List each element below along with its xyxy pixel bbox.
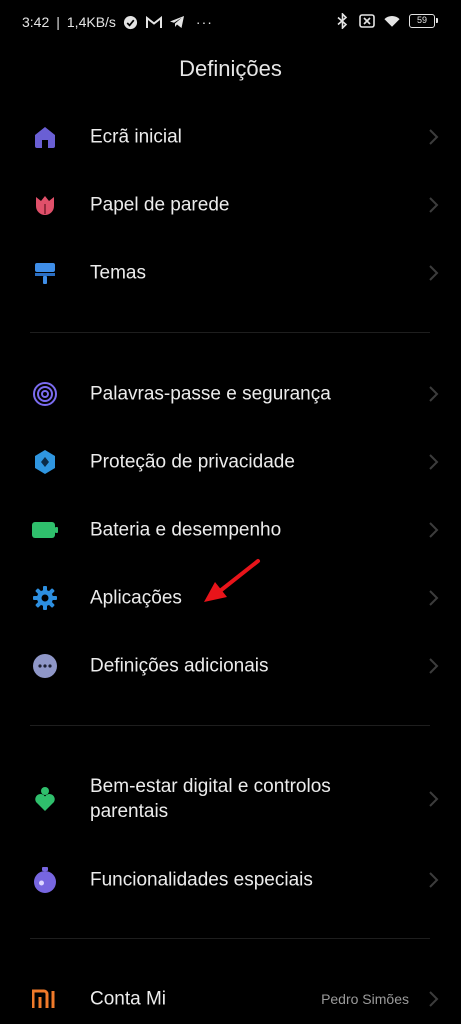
status-right: 59 xyxy=(334,13,438,29)
item-label: Temas xyxy=(90,262,146,284)
status-left: 3:42 | 1,4KB/s ··· xyxy=(22,14,213,30)
chevron-right-icon xyxy=(429,265,439,281)
settings-item-battery[interactable]: Bateria e desempenho xyxy=(0,500,461,560)
status-bar: 3:42 | 1,4KB/s ··· 59 xyxy=(0,0,461,46)
special-features-icon xyxy=(31,866,59,894)
chevron-right-icon xyxy=(429,590,439,606)
chevron-right-icon xyxy=(429,991,439,1007)
network-speed: 1,4KB/s xyxy=(66,14,116,30)
section-divider xyxy=(30,725,430,726)
item-label: Aplicações xyxy=(90,587,182,609)
clock: 3:42 xyxy=(22,14,50,30)
page-title: Definições xyxy=(179,56,282,81)
battery-icon xyxy=(31,516,59,544)
gear-icon xyxy=(31,584,59,612)
settings-item-additional[interactable]: Definições adicionais xyxy=(0,636,461,696)
account-name: Pedro Simões xyxy=(321,991,409,1007)
chevron-right-icon xyxy=(429,658,439,674)
settings-item-special-features[interactable]: Funcionalidades especiais xyxy=(0,850,461,910)
more-dots-icon xyxy=(31,652,59,680)
paint-roller-icon xyxy=(31,259,59,287)
item-label: Definições adicionais xyxy=(90,655,269,677)
settings-item-digital-wellbeing[interactable]: Bem-estar digital e controlos parentais xyxy=(0,762,461,836)
item-label: Palavras-passe e segurança xyxy=(90,383,331,405)
settings-item-privacy[interactable]: Proteção de privacidade xyxy=(0,432,461,492)
item-label: Bem-estar digital e controlos parentais xyxy=(90,774,331,824)
chevron-right-icon xyxy=(429,454,439,470)
battery-indicator: 59 xyxy=(409,14,438,28)
wifi-icon xyxy=(384,13,400,29)
chevron-right-icon xyxy=(429,522,439,538)
chevron-right-icon xyxy=(429,129,439,145)
item-label-line1: Bem-estar digital e controlos xyxy=(90,776,331,797)
settings-item-passwords-security[interactable]: Palavras-passe e segurança xyxy=(0,364,461,424)
item-label: Ecrã inicial xyxy=(90,126,182,148)
item-label: Bateria e desempenho xyxy=(90,519,282,541)
settings-item-mi-account[interactable]: Conta Mi Pedro Simões xyxy=(0,969,461,1024)
more-notifications: ··· xyxy=(195,14,213,30)
privacy-shield-icon xyxy=(31,448,59,476)
section-divider xyxy=(30,938,430,939)
vpn-icon xyxy=(123,14,139,30)
wellbeing-icon xyxy=(31,785,59,813)
settings-item-themes[interactable]: Temas xyxy=(0,243,461,303)
fingerprint-icon xyxy=(31,380,59,408)
home-icon xyxy=(31,123,59,151)
item-label: Funcionalidades especiais xyxy=(90,869,313,891)
annotation-arrow-icon xyxy=(204,559,260,602)
item-label: Conta Mi xyxy=(90,988,167,1010)
no-sim-icon xyxy=(359,13,375,29)
settings-item-home-screen[interactable]: Ecrã inicial xyxy=(0,107,461,167)
gmail-icon xyxy=(145,14,162,30)
bluetooth-icon xyxy=(334,13,350,29)
status-separator: | xyxy=(56,14,60,30)
item-label-line2: parentais xyxy=(90,801,169,822)
item-label: Proteção de privacidade xyxy=(90,451,295,473)
settings-item-wallpaper[interactable]: Papel de parede xyxy=(0,175,461,235)
chevron-right-icon xyxy=(429,872,439,888)
tulip-icon xyxy=(31,191,59,219)
item-label: Papel de parede xyxy=(90,194,230,216)
chevron-right-icon xyxy=(429,386,439,402)
section-divider xyxy=(30,332,430,333)
telegram-icon xyxy=(169,14,185,30)
chevron-right-icon xyxy=(429,197,439,213)
mi-logo-icon xyxy=(31,985,59,1013)
chevron-right-icon xyxy=(429,791,439,807)
